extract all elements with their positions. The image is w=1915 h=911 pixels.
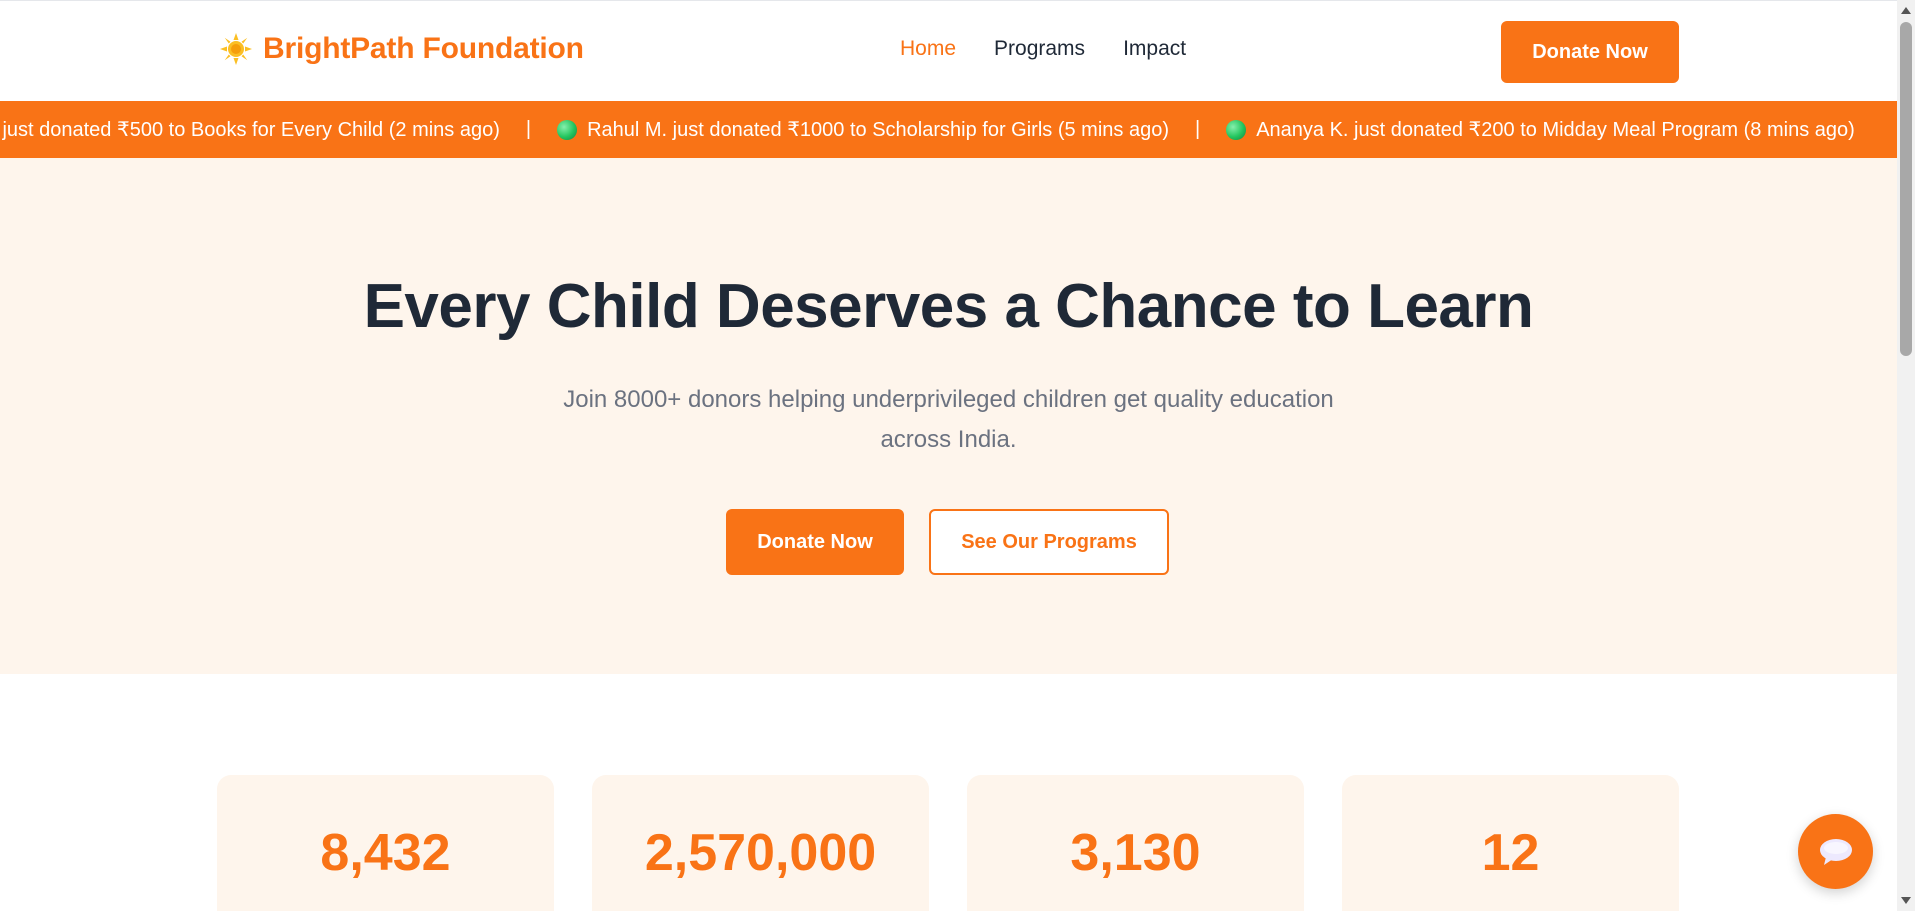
stat-value: 8,432	[320, 824, 451, 882]
hero-subtitle: Join 8000+ donors helping underprivilege…	[563, 386, 1334, 453]
sun-icon	[220, 33, 252, 65]
stat-value: 12	[1481, 824, 1540, 882]
scroll-down-arrow-icon[interactable]	[1901, 897, 1911, 904]
green-dot-icon	[1226, 119, 1247, 140]
ticker-separator: |	[1194, 118, 1201, 140]
hero-donate-button[interactable]: Donate Now	[726, 509, 904, 575]
ticker-item: S. just donated ₹500 to Books for Every …	[0, 117, 500, 142]
page: BrightPath Foundation Home Programs Impa…	[0, 0, 1915, 911]
main-nav: Home Programs Impact	[900, 37, 1186, 61]
nav-link-impact[interactable]: Impact	[1123, 37, 1186, 61]
see-programs-button[interactable]: See Our Programs	[929, 509, 1169, 575]
brand-logo[interactable]: BrightPath Foundation	[219, 32, 584, 66]
brand-name: BrightPath Foundation	[263, 32, 584, 65]
stat-value: 3,130	[1070, 824, 1201, 882]
scroll-up-arrow-icon[interactable]	[1901, 7, 1911, 14]
chat-button[interactable]	[1798, 814, 1873, 889]
nav-link-programs[interactable]: Programs	[994, 37, 1085, 61]
ticker-track: S. just donated ₹500 to Books for Every …	[0, 101, 1855, 158]
stat-card: 2,570,000	[592, 775, 929, 911]
hero-section: Every Child Deserves a Chance to Learn J…	[0, 158, 1897, 674]
ticker-item-text: Ananya K. just donated ₹200 to Midday Me…	[1256, 119, 1855, 141]
green-dot-icon	[557, 119, 578, 140]
stat-card: 12	[1342, 775, 1679, 911]
chat-bubble-icon	[1819, 838, 1852, 865]
header-donate-button[interactable]: Donate Now	[1501, 21, 1679, 83]
nav-link-home[interactable]: Home	[900, 37, 956, 61]
ticker-separator: |	[525, 118, 532, 140]
site-header: BrightPath Foundation Home Programs Impa…	[0, 0, 1897, 101]
ticker-item: Ananya K. just donated ₹200 to Midday Me…	[1226, 117, 1855, 142]
stats-section: 8,432 2,570,000 3,130 12	[217, 775, 1679, 911]
stat-card: 8,432	[217, 775, 554, 911]
hero-title: Every Child Deserves a Chance to Learn	[363, 272, 1534, 341]
stat-card: 3,130	[967, 775, 1304, 911]
ticker-item-text: S. just donated ₹500 to Books for Every …	[0, 119, 500, 141]
ticker-item: Rahul M. just donated ₹1000 to Scholarsh…	[557, 117, 1169, 142]
stat-value: 2,570,000	[644, 824, 877, 882]
scrollbar-thumb[interactable]	[1900, 22, 1912, 356]
donation-ticker: S. just donated ₹500 to Books for Every …	[0, 101, 1897, 158]
ticker-item-text: Rahul M. just donated ₹1000 to Scholarsh…	[587, 119, 1169, 141]
vertical-scrollbar[interactable]	[1897, 0, 1915, 911]
